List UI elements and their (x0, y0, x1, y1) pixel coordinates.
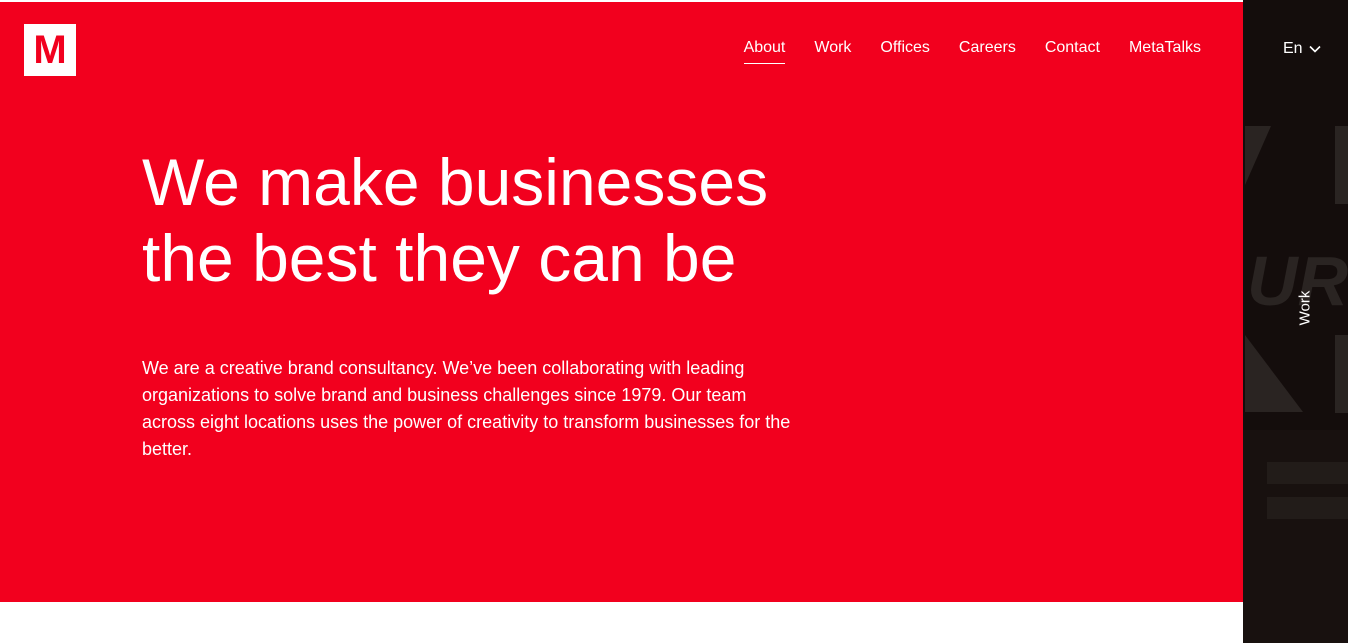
intro-paragraph: We are a creative brand consultancy. We’… (142, 358, 791, 459)
headline-line-2: the best they can be (142, 221, 737, 295)
nav-item-work[interactable]: Work (814, 39, 851, 64)
nav-item-about[interactable]: About (743, 39, 786, 64)
main-nav: About Work Offices Careers Contact MetaT… (743, 39, 1201, 64)
nav-item-contact[interactable]: Contact (1045, 39, 1100, 64)
side-panel-label[interactable]: Work (1297, 291, 1314, 326)
headline-line-1: We make businesses (142, 145, 769, 219)
logo-letter: M (33, 28, 67, 72)
chevron-down-icon (1309, 45, 1321, 53)
nav-item-metatalks[interactable]: MetaTalks (1129, 39, 1201, 64)
language-switcher[interactable]: En (1283, 40, 1321, 58)
nav-item-offices[interactable]: Offices (880, 39, 930, 64)
nav-item-careers[interactable]: Careers (959, 39, 1016, 64)
work-side-panel[interactable]: UR / En Work (1243, 0, 1348, 643)
language-label: En (1283, 40, 1303, 57)
hero-section: M About Work Offices Careers Contact Met… (0, 2, 1243, 602)
page-title: We make businesses the best they can be (142, 144, 942, 296)
brand-logo[interactable]: M (24, 24, 76, 76)
side-panel-background-graphic: UR / (1243, 0, 1348, 643)
